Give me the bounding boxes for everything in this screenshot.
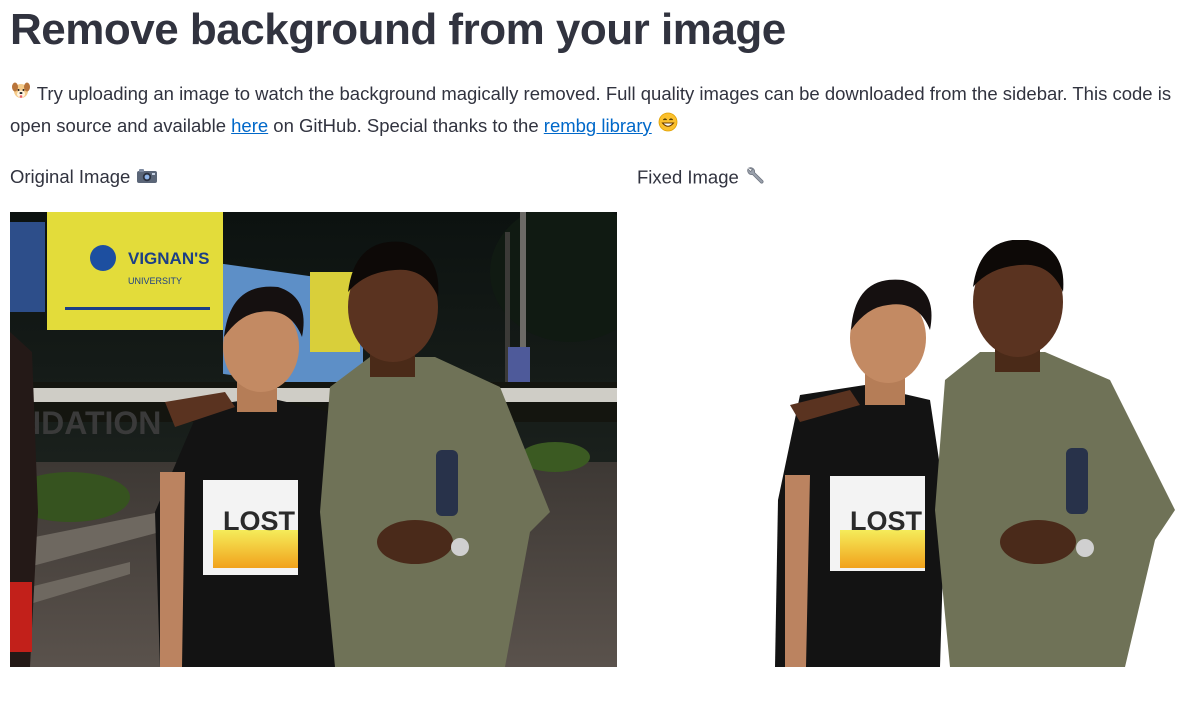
shirt-text: LOST <box>223 506 296 536</box>
dog-face-icon <box>10 78 32 110</box>
original-image: VIGNAN'S UNIVERSITY NDATION LOST <box>10 212 617 667</box>
banner-sign <box>47 212 223 330</box>
camera-icon <box>136 165 158 191</box>
intro-text-2: on GitHub. Special thanks to the <box>268 115 544 136</box>
github-here-link[interactable]: here <box>231 115 268 136</box>
wall-text: NDATION <box>18 405 161 441</box>
cutout-person-left: LOST <box>775 279 945 667</box>
grinning-face-icon <box>657 110 679 142</box>
fixed-image-label-text: Fixed Image <box>637 166 739 188</box>
intro-paragraph: Try uploading an image to watch the back… <box>10 78 1200 142</box>
fixed-image-label: Fixed Image <box>637 164 767 193</box>
original-image-label: Original Image <box>10 164 158 191</box>
banner-sign-sub: UNIVERSITY <box>128 276 182 286</box>
cutout-shirt-text: LOST <box>850 506 923 536</box>
page-title: Remove background from your image <box>10 5 786 54</box>
original-image-label-text: Original Image <box>10 166 131 187</box>
rembg-library-link[interactable]: rembg library <box>544 115 652 136</box>
app-page: Remove background from your image Try up… <box>0 0 1201 706</box>
banner-sign-name: VIGNAN'S <box>128 249 210 268</box>
wrench-icon <box>745 164 767 193</box>
fixed-image: LOST <box>770 240 1185 667</box>
